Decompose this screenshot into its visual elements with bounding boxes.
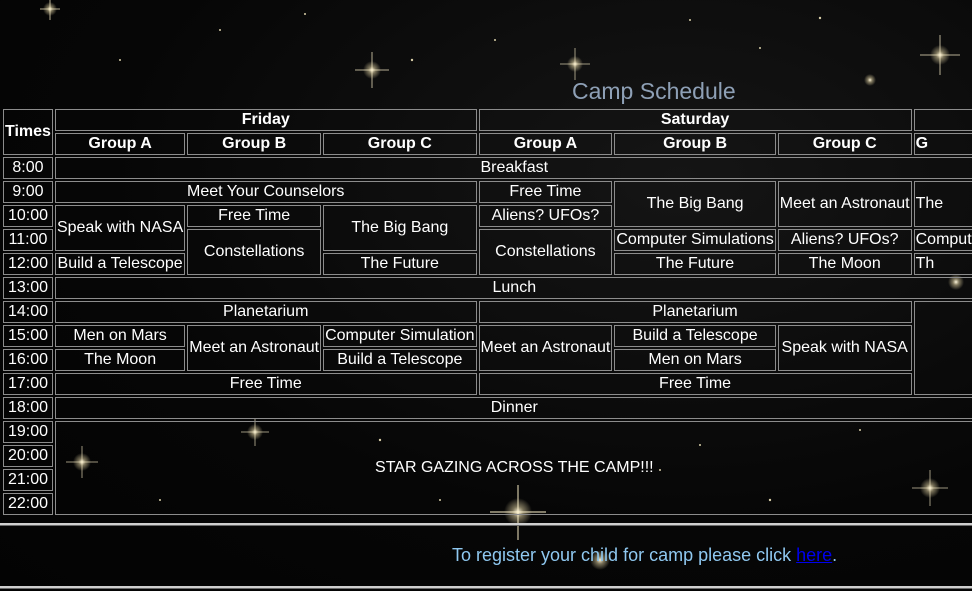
activity-cell: Comput xyxy=(913,229,972,251)
table-row: 8:00 Breakfast xyxy=(3,157,972,179)
table-row: 17:00 Free Time Free Time xyxy=(3,373,972,395)
schedule-table: Times Friday Saturday Group A Group B Gr… xyxy=(1,107,972,517)
table-row: 19:00 STAR GAZING ACROSS THE CAMP!!! xyxy=(3,421,972,515)
time-cell: 19:00 xyxy=(3,421,53,443)
activity-cell: Meet an Astronaut xyxy=(187,325,322,371)
activity-cell xyxy=(913,301,972,395)
time-cell: 17:00 xyxy=(3,373,53,395)
time-cell: 11:00 xyxy=(3,229,53,251)
activity-cell: Meet Your Counselors xyxy=(54,181,477,203)
activity-cell: Th xyxy=(913,253,972,275)
page-title: Camp Schedule xyxy=(572,78,736,104)
activity-cell: The Future xyxy=(614,253,776,275)
page: Camp Schedule Times Friday Saturday Grou… xyxy=(0,0,972,591)
times-header: Times xyxy=(3,109,53,155)
activity-cell: Constellations xyxy=(187,229,322,275)
register-label: To register your child for camp please c… xyxy=(452,545,797,565)
sparkle-icon xyxy=(864,74,876,86)
sparkle-icon xyxy=(560,48,590,80)
activity-cell: STAR GAZING ACROSS THE CAMP!!! xyxy=(54,421,972,515)
activity-cell: Breakfast xyxy=(54,157,972,179)
activity-cell: Men on Mars xyxy=(614,349,776,371)
register-end: . xyxy=(832,545,838,565)
group-header: Group B xyxy=(187,133,322,155)
time-cell: 13:00 xyxy=(3,277,53,299)
activity-cell: Free Time xyxy=(478,181,613,203)
day-header-friday: Friday xyxy=(54,109,477,131)
activity-cell: Speak with NASA xyxy=(777,325,912,371)
activity-cell: Meet an Astronaut xyxy=(478,325,613,371)
group-header: G xyxy=(913,133,972,155)
activity-cell: Lunch xyxy=(54,277,972,299)
days-header-row: Times Friday Saturday xyxy=(3,109,972,155)
group-header: Group C xyxy=(323,133,477,155)
time-cell: 22:00 xyxy=(3,493,53,515)
activity-cell: Free Time xyxy=(478,373,912,395)
activity-cell: Computer Simulation xyxy=(323,325,477,347)
time-cell: 10:00 xyxy=(3,205,53,227)
activity-cell: Dinner xyxy=(54,397,972,419)
activity-cell: The Big Bang xyxy=(614,181,776,227)
register-text: To register your child for camp please c… xyxy=(452,545,837,566)
activity-cell: The Moon xyxy=(54,349,186,371)
activity-cell: The Future xyxy=(323,253,477,275)
time-cell: 21:00 xyxy=(3,469,53,491)
activity-cell: Computer Simulations xyxy=(614,229,776,251)
activity-cell: Aliens? UFOs? xyxy=(478,205,613,227)
activity-cell: Build a Telescope xyxy=(323,349,477,371)
groups-header-row: Group A Group B Group C Group A Group B … xyxy=(3,133,972,155)
activity-cell: Men on Mars xyxy=(54,325,186,347)
activity-cell: The xyxy=(913,181,972,227)
activity-cell: The Moon xyxy=(777,253,912,275)
time-cell: 14:00 xyxy=(3,301,53,323)
time-cell: 9:00 xyxy=(3,181,53,203)
time-cell: 16:00 xyxy=(3,349,53,371)
group-header: Group C xyxy=(777,133,912,155)
table-row: 9:00 Meet Your Counselors Free Time The … xyxy=(3,181,972,227)
time-cell: 18:00 xyxy=(3,397,53,419)
time-cell: 8:00 xyxy=(3,157,53,179)
group-header: Group A xyxy=(478,133,613,155)
sparkle-icon xyxy=(40,0,60,20)
activity-cell: Build a Telescope xyxy=(54,253,186,275)
time-cell: 20:00 xyxy=(3,445,53,467)
activity-cell: Meet an Astronaut xyxy=(777,181,912,227)
divider xyxy=(0,586,972,589)
activity-cell: The Big Bang xyxy=(323,205,477,251)
activity-cell: Planetarium xyxy=(54,301,477,323)
table-row: 13:00 Lunch xyxy=(3,277,972,299)
activity-cell: Speak with NASA xyxy=(54,205,186,251)
sparkle-icon xyxy=(355,52,389,88)
day-header-saturday: Saturday xyxy=(478,109,912,131)
group-header: Group A xyxy=(54,133,186,155)
activity-cell: Free Time xyxy=(187,205,322,227)
activity-cell: Free Time xyxy=(54,373,477,395)
activity-cell: Aliens? UFOs? xyxy=(777,229,912,251)
activity-cell: Build a Telescope xyxy=(614,325,776,347)
table-row: 14:00 Planetarium Planetarium xyxy=(3,301,972,395)
day-header-partial xyxy=(913,109,972,131)
activity-cell: Constellations xyxy=(478,229,613,275)
sparkle-icon xyxy=(920,35,960,75)
divider xyxy=(0,523,972,526)
time-cell: 12:00 xyxy=(3,253,53,275)
time-cell: 15:00 xyxy=(3,325,53,347)
group-header: Group B xyxy=(614,133,776,155)
table-row: 15:00 Men on Mars Meet an Astronaut Comp… xyxy=(3,325,972,371)
table-row: 18:00 Dinner xyxy=(3,397,972,419)
activity-cell: Planetarium xyxy=(478,301,912,323)
register-link[interactable]: here xyxy=(796,545,832,565)
